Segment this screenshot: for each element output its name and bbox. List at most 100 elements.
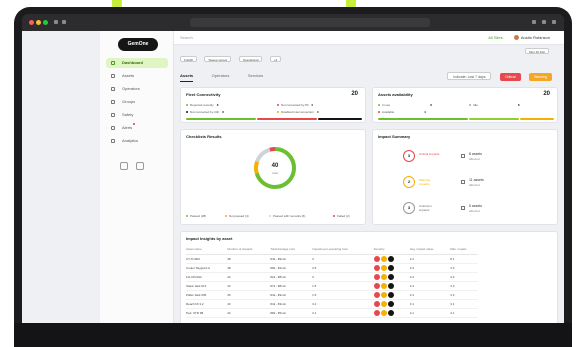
donut-center-value: 40 <box>271 163 279 169</box>
impact-label: Unknown impacts <box>419 204 432 212</box>
alert-indicator <box>133 123 136 125</box>
warning-filter-button[interactable]: Warning <box>529 73 552 81</box>
table-row[interactable]: Ped. STR 98 44 €8k - €5min 3.1 3.1 3.1 <box>186 308 478 318</box>
browser-titlebar <box>22 14 564 31</box>
table-cell: 3.2 <box>312 299 374 309</box>
filter-bar: Forklift Sweep sensor Operational +2 <box>180 48 284 62</box>
sidebar-item-safety[interactable]: Safety <box>106 110 168 120</box>
column-header[interactable]: Avg. impact value <box>409 245 451 255</box>
severity-cell <box>373 308 410 318</box>
table-cell: 3 <box>312 254 374 264</box>
site-selector[interactable]: All Sites <box>488 35 502 40</box>
tab-assets[interactable]: Assets <box>180 71 194 82</box>
sidebar-item-operators[interactable]: Operators <box>106 84 168 94</box>
maximize-window-icon[interactable] <box>43 20 48 25</box>
search-input[interactable]: Search <box>180 35 193 40</box>
severity-warning-badge <box>380 282 387 289</box>
tab-services[interactable]: Services <box>248 71 263 81</box>
period-selector[interactable]: Indicate: Last 7 days <box>447 72 492 80</box>
tab-operators[interactable]: Operators <box>212 71 230 81</box>
impact-assets: 8 assets <box>469 152 483 156</box>
tab-bar: Assets Operators Services <box>180 64 460 82</box>
truck-icon <box>111 74 115 78</box>
table-cell: 8.1 <box>450 254 478 264</box>
table-cell: 3 <box>312 272 374 282</box>
back-icon[interactable] <box>54 20 58 24</box>
filter-chip[interactable]: Operational <box>238 56 263 62</box>
critical-filter-button[interactable]: Critical <box>499 73 521 81</box>
filter-chip[interactable]: Forklift <box>180 56 197 62</box>
table-cell: 1.5 <box>312 281 374 291</box>
table-header-row: Asset name Number of impacts Total damag… <box>186 245 478 255</box>
table-cell: 48 <box>227 263 271 273</box>
user-menu[interactable]: All Sites Austin Robinson <box>488 35 550 41</box>
help-icon[interactable] <box>120 162 128 170</box>
stat-value: 0 <box>311 103 314 107</box>
sidebar-item-dashboard[interactable]: Dashboard <box>106 58 168 68</box>
severity-critical-badge <box>373 291 380 298</box>
table-cell: 45 <box>227 290 271 300</box>
card-title: Impact Summary <box>378 134 411 139</box>
table-cell: Reach lift 3.2 <box>186 299 228 309</box>
stat-label: Available <box>382 110 395 114</box>
table-cell: Pallet Jack 005 <box>186 290 228 300</box>
impact-row-critical[interactable]: 3 Critical impacts 8 assets affected <box>403 146 553 168</box>
asset-count: 20 <box>543 91 550 97</box>
status-dot <box>186 104 188 107</box>
sidebar-item-analytics[interactable]: Analytics <box>106 136 168 146</box>
severity-critical-badge <box>373 264 380 271</box>
table-cell: 43 <box>227 299 271 309</box>
column-header[interactable]: Max. impact <box>450 245 478 255</box>
settings-icon[interactable] <box>136 162 144 170</box>
card-title: Impact Insights by asset <box>186 236 233 241</box>
stat-label: Disabled interconnection <box>281 110 314 114</box>
forward-icon[interactable] <box>62 20 66 24</box>
table-cell: 1.5 <box>312 290 374 300</box>
sidebar: GemOne Dashboard Assets Operators Groups… <box>100 31 174 323</box>
close-window-icon[interactable] <box>29 20 34 25</box>
table-row[interactable]: Stack Jack 012 44 €7k - €8min 1.5 2.4 3.3 <box>186 281 478 291</box>
asset-icon <box>461 154 465 158</box>
severity-critical-badge <box>373 309 380 316</box>
table-cell: 3.3 <box>450 290 478 300</box>
table-row[interactable]: Pallet Jack 005 45 €4k - €9min 1.5 2.4 3.3 <box>186 290 478 300</box>
status-dot <box>277 111 279 114</box>
url-bar[interactable] <box>190 18 430 27</box>
date-picker[interactable]: Mon 20 Feb <box>524 48 549 54</box>
table-row[interactable]: Reach lift 3.2 43 €4k - €3min 3.2 3.1 3.1 <box>186 299 478 309</box>
legend-swatch <box>225 215 227 218</box>
severity-unknown-badge <box>387 291 394 298</box>
checklist-results-card: Checklists Results 40 total Passed (28) … <box>180 129 366 225</box>
stat-row: Not connected by 8h 0 <box>277 103 313 107</box>
stat-row: Idle 8 <box>469 103 520 107</box>
impact-row-unknown[interactable]: 3 Unknown impacts 5 assets affected <box>403 198 553 220</box>
filter-chip[interactable]: Sweep sensor <box>204 56 232 62</box>
new-tab-icon[interactable] <box>542 20 546 24</box>
insights-table-body: CT-Tcr003 48 €4k - €9min 3 2.2 8.1 Cooler Skyg… <box>186 254 478 318</box>
impact-row-warning[interactable]: 2 Warning impacts 11 assets affected <box>403 172 553 194</box>
sidebar-item-alerts[interactable]: Alerts <box>106 123 168 133</box>
column-header[interactable]: Severity <box>373 245 410 255</box>
sidebar-item-assets[interactable]: Assets <box>106 71 168 81</box>
severity-critical-badge <box>373 273 380 280</box>
table-row[interactable]: FH-CP1192 44 €2k - €8min 3 2.3 3.3 <box>186 272 478 282</box>
logo[interactable]: GemOne <box>118 38 158 51</box>
sidebar-item-groups[interactable]: Groups <box>106 97 168 107</box>
table-row[interactable]: Cooler Skyglord A 48 €8k - €4min 2.5 2.3 3.3 <box>186 263 478 273</box>
share-icon[interactable] <box>532 20 536 24</box>
severity-critical-badge <box>373 255 380 262</box>
column-header[interactable]: Impacts per operating hour <box>312 245 374 255</box>
tabs-overview-icon[interactable] <box>552 20 556 24</box>
column-header[interactable]: Asset name <box>186 245 228 255</box>
table-cell: 3.1 <box>312 308 374 318</box>
card-title: Assets availability <box>378 92 413 97</box>
column-header[interactable]: Number of impacts <box>227 245 271 255</box>
sidebar-item-label: Groups <box>122 99 136 104</box>
impact-label: Critical impacts <box>419 152 440 156</box>
table-row[interactable]: CT-Tcr003 48 €4k - €9min 3 2.2 8.1 <box>186 254 478 264</box>
stat-label: In use <box>382 103 391 107</box>
minimize-window-icon[interactable] <box>36 20 41 25</box>
column-header[interactable]: Total damage cost <box>270 245 313 255</box>
stat-row: Not connected by 24h 8 <box>186 110 224 114</box>
filter-chip[interactable]: +2 <box>269 56 282 62</box>
